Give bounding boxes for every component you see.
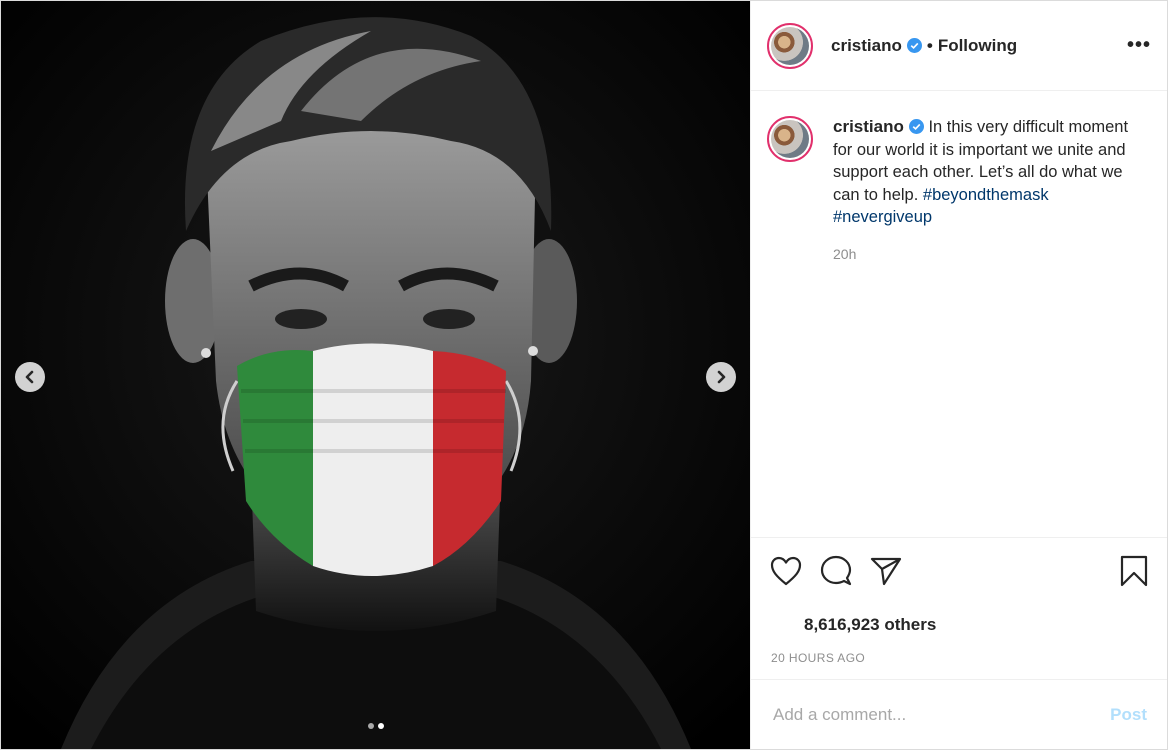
chevron-right-icon xyxy=(717,370,726,384)
caption: cristiano In this very difficult moment … xyxy=(767,116,1151,265)
chevron-left-icon xyxy=(25,370,34,384)
follow-separator: • xyxy=(926,35,933,55)
comment-icon xyxy=(820,555,852,585)
post-sidebar: cristiano • Following ••• cristiano In t… xyxy=(750,1,1167,749)
post-photo xyxy=(1,1,750,749)
carousel-prev-button[interactable] xyxy=(15,362,45,392)
heart-icon xyxy=(770,556,802,585)
comment-button[interactable] xyxy=(819,554,853,588)
post-modal: cristiano • Following ••• cristiano In t… xyxy=(0,0,1168,750)
likes-count[interactable]: 8,616,923 others xyxy=(751,603,1167,635)
caption-username[interactable]: cristiano xyxy=(833,117,904,136)
share-icon xyxy=(870,557,902,585)
caption-avatar[interactable] xyxy=(767,116,813,162)
save-button[interactable] xyxy=(1117,554,1151,588)
comment-input[interactable] xyxy=(771,703,1111,726)
post-timestamp[interactable]: 20 HOURS AGO xyxy=(751,635,1167,665)
header-username[interactable]: cristiano xyxy=(831,36,902,56)
carousel-indicator xyxy=(1,723,750,729)
carousel-next-button[interactable] xyxy=(706,362,736,392)
share-button[interactable] xyxy=(869,554,903,588)
more-options-icon[interactable]: ••• xyxy=(1127,34,1151,57)
add-comment-bar: Post xyxy=(751,679,1167,749)
bookmark-icon xyxy=(1120,555,1148,586)
caption-timestamp[interactable]: 20h xyxy=(833,243,1133,266)
verified-badge-icon xyxy=(906,38,922,53)
action-bar xyxy=(751,537,1167,603)
comments-area: cristiano In this very difficult moment … xyxy=(751,91,1167,537)
post-comment-button[interactable]: Post xyxy=(1110,705,1147,725)
following-button[interactable]: Following xyxy=(938,36,1017,56)
post-header: cristiano • Following ••• xyxy=(751,1,1167,91)
caption-body: cristiano In this very difficult moment … xyxy=(833,116,1133,265)
hashtag-link[interactable]: #beyondthemask xyxy=(923,186,1049,204)
verified-badge-icon xyxy=(908,119,924,134)
like-button[interactable] xyxy=(769,554,803,588)
post-media xyxy=(1,1,750,749)
avatar[interactable] xyxy=(767,22,813,69)
carousel-dot-active xyxy=(377,723,384,729)
carousel-dot xyxy=(367,723,374,729)
hashtag-link[interactable]: #nevergiveup xyxy=(833,208,932,226)
